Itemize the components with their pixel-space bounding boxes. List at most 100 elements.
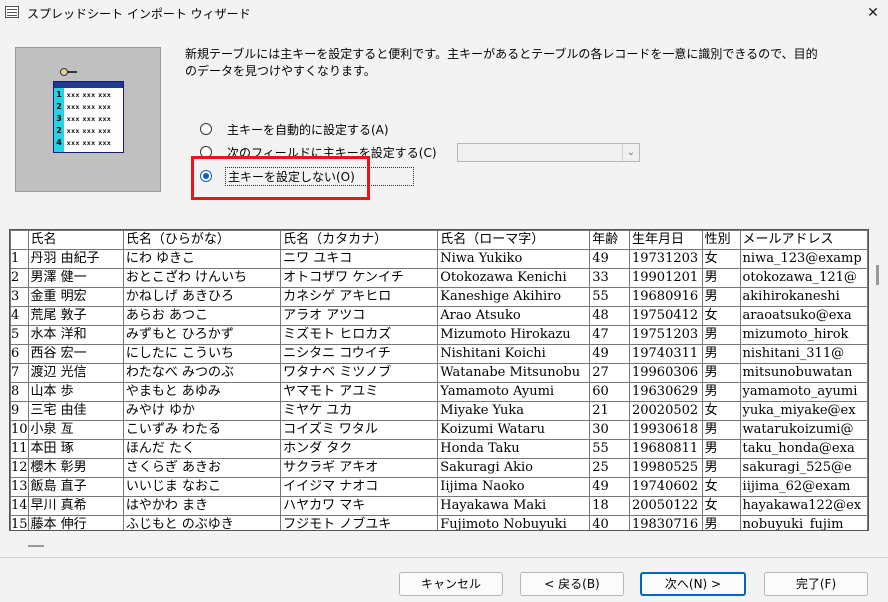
column-header[interactable]: 生年月日 [628, 230, 703, 250]
table-cell: 女 [701, 306, 741, 326]
data-preview-grid[interactable]: 氏名 氏名（ひらがな） 氏名（カタカナ） 氏名（ローマ字） 年齢 生年月日 性別… [9, 229, 869, 531]
row-number-cell: 5 [10, 325, 29, 345]
table-cell: いいじま なおこ [122, 477, 282, 497]
finish-button[interactable]: 完了(F) [764, 572, 868, 596]
table-cell: otokozawa_121@ [739, 268, 868, 288]
table-cell: にわ ゆきこ [122, 249, 282, 269]
chevron-down-icon[interactable]: ⌄ [622, 144, 639, 161]
table-cell: ニシタニ コウイチ [280, 344, 439, 364]
table-cell: taku_honda@exa [739, 439, 868, 459]
horizontal-scrollbar-thumb[interactable] [28, 545, 44, 547]
table-row[interactable]: 10 小泉 亙こいずみ わたる コイズミ ワタル Koizumi Wataru 30 19… [10, 420, 868, 440]
table-cell: フジモト ノブユキ [280, 515, 439, 530]
table-cell: Kaneshige Akihiro [437, 287, 591, 307]
table-cell: mitsunobuwatan [739, 363, 868, 383]
table-cell: おとこざわ けんいち [122, 268, 282, 288]
table-cell: カネシゲ アキヒロ [280, 287, 439, 307]
table-cell: Yamamoto Ayumi [437, 382, 591, 402]
illus-row-number: 4 [56, 138, 62, 147]
table-cell: 55 [589, 287, 630, 307]
table-cell: ニワ ユキコ [280, 249, 439, 269]
table-icon: 1 xxx xxx xxx 2 xxx xxx xxx 3 xxx xxx xx… [53, 81, 124, 153]
table-cell: 男 [701, 382, 741, 402]
column-header[interactable]: 年齢 [589, 230, 630, 250]
vertical-scrollbar-thumb[interactable] [876, 265, 879, 285]
table-row[interactable]: 2 男澤 健一 おとこざわ けんいち オトコザワ ケンイチ Otokozawa Keni… [10, 268, 868, 288]
table-cell: araoatsuko@exa [739, 306, 868, 326]
row-number-cell: 2 [10, 268, 29, 288]
table-cell: nishitani_311@ [739, 344, 868, 364]
window-title: スプレッドシート インポート ウィザード [27, 7, 251, 21]
table-cell: Otokozawa Kenichi [437, 268, 591, 288]
table-cell: 藤本 伸行 [27, 515, 124, 530]
table-row[interactable]: 14 早川 真希 はやかわ まき ハヤカワ マキ Hayakawa Maki 18 2005… [10, 496, 868, 516]
table-cell: Koizumi Wataru [437, 420, 591, 440]
table-cell: 男 [701, 420, 741, 440]
primary-key-field-select[interactable]: ⌄ [457, 143, 640, 162]
table-cell: Miyake Yuka [437, 401, 591, 421]
app-icon [5, 6, 19, 18]
table-cell: 男澤 健一 [27, 268, 124, 288]
table-row[interactable]: 12 櫻木 彰男 さくらぎ あきお サクラギ アキオ Sakuragi Akio 25 19… [10, 458, 868, 478]
column-header[interactable]: 性別 [701, 230, 741, 250]
table-row[interactable]: 6 西谷 宏一 にしたに こういち ニシタニ コウイチ Nishitani Koichi… [10, 344, 868, 364]
table-cell: Niwa Yukiko [437, 249, 591, 269]
table-cell: 19830716 [628, 515, 703, 530]
column-header[interactable]: 氏名 [27, 230, 124, 250]
table-cell: 19750412 [628, 306, 703, 326]
table-cell: 男 [701, 287, 741, 307]
primary-key-illustration: 1 xxx xxx xxx 2 xxx xxx xxx 3 xxx xxx xx… [15, 47, 161, 192]
table-cell: みずもと ひろかず [122, 325, 282, 345]
table-cell: Fujimoto Nobuyuki [437, 515, 591, 530]
table-row[interactable]: 8 山本 歩やまもと あゆみ ヤマモト アユミ Yamamoto Ayumi 60 196… [10, 382, 868, 402]
table-row[interactable]: 4 荒尾 敦子 あらお あつこ アラオ アツコ Arao Atsuko 48 1975041… [10, 306, 868, 326]
illus-row-text: xxx xxx xxx [66, 104, 112, 111]
title-bar: スプレッドシート インポート ウィザード ✕ [0, 0, 888, 26]
illus-row-number: 2 [56, 102, 62, 111]
table-cell: 19980525 [628, 458, 703, 478]
row-number-cell: 15 [10, 515, 29, 530]
table-cell: 山本 歩 [27, 382, 124, 402]
illus-row-number: 1 [56, 90, 62, 99]
table-cell: ハヤカワ マキ [280, 496, 439, 516]
table-cell: 男 [701, 344, 741, 364]
table-cell: yamamoto_ayumi [739, 382, 868, 402]
table-row[interactable]: 15 藤本 伸行 ふじもと のぶゆき フジモト ノブユキ Fujimoto Nobuyu… [10, 515, 868, 530]
table-cell: 19740602 [628, 477, 703, 497]
table-row[interactable]: 9 三宅 由佳 みやけ ゆか ミヤケ ユカ Miyake Yuka 21 20020502 女… [10, 401, 868, 421]
table-cell: 48 [589, 306, 630, 326]
row-number-cell: 11 [10, 439, 29, 459]
column-header[interactable]: メールアドレス [739, 230, 868, 250]
table-row[interactable]: 11 本田 琢ほんだ たく ホンダ タク Honda Taku 55 19680811 男 t… [10, 439, 868, 459]
column-header[interactable]: 氏名（ローマ字） [437, 230, 591, 250]
table-row[interactable]: 3 金重 明宏 かねしげ あきひろ カネシゲ アキヒロ Kaneshige Akihir… [10, 287, 868, 307]
table-cell: 47 [589, 325, 630, 345]
close-button[interactable]: ✕ [858, 0, 888, 26]
table-row[interactable]: 1 丹羽 由紀子 にわ ゆきこ ニワ ユキコ Niwa Yukiko 49 19731203… [10, 249, 868, 269]
table-cell: 小泉 亙 [27, 420, 124, 440]
table-row[interactable]: 7 渡辺 光信 わたなべ みつのぶ ワタナベ ミツノブ Watanabe Mitsuno… [10, 363, 868, 383]
cancel-button[interactable]: キャンセル [399, 572, 503, 596]
table-cell: 19740311 [628, 344, 703, 364]
next-button[interactable]: 次へ(N) > [640, 572, 746, 596]
row-number-cell: 6 [10, 344, 29, 364]
row-number-cell: 4 [10, 306, 29, 326]
table-cell: 33 [589, 268, 630, 288]
table-cell: あらお あつこ [122, 306, 282, 326]
radio-button[interactable] [200, 123, 212, 135]
table-cell: sakuragi_525@e [739, 458, 868, 478]
table-cell: Iijima Naoko [437, 477, 591, 497]
table-cell: みやけ ゆか [122, 401, 282, 421]
column-header[interactable]: 氏名（ひらがな） [122, 230, 282, 250]
table-cell: アラオ アツコ [280, 306, 439, 326]
back-button[interactable]: < 戻る(B) [520, 572, 624, 596]
description-text: 新規テーブルには主キーを設定すると便利です。主キーがあるとテーブルの各レコードを… [185, 47, 818, 78]
table-cell: 19680916 [628, 287, 703, 307]
column-header[interactable]: 氏名（カタカナ） [280, 230, 439, 250]
table-cell: ミヤケ ユカ [280, 401, 439, 421]
table-row[interactable]: 13 飯島 直子 いいじま なおこ イイジマ ナオコ Iijima Naoko 49 197… [10, 477, 868, 497]
table-row[interactable]: 5 水本 洋和 みずもと ひろかず ミズモト ヒロカズ Mizumoto Hirokaz… [10, 325, 868, 345]
table-cell: 男 [701, 268, 741, 288]
table-cell: nobuyuki_fujim [739, 515, 868, 530]
table-cell: 女 [701, 477, 741, 497]
